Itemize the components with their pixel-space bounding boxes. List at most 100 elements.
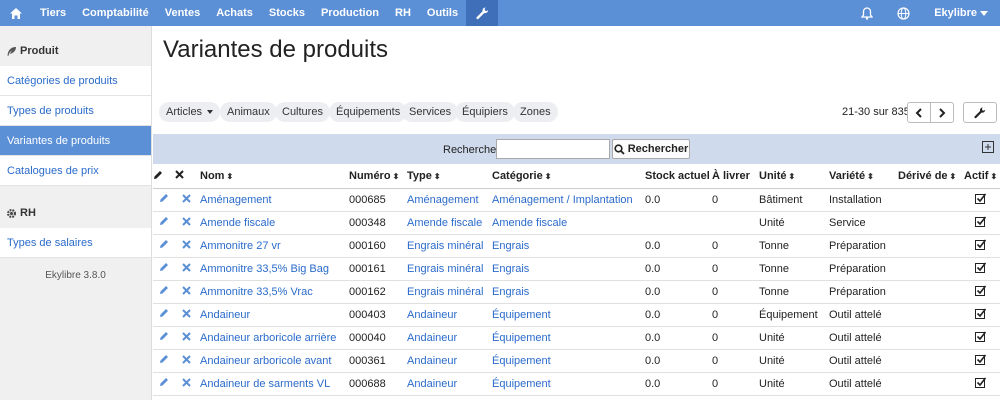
delete-button[interactable] — [175, 372, 197, 396]
cell-nom[interactable]: Ammonitre 33,5% Vrac — [197, 280, 346, 304]
cell-categorie[interactable]: Amende fiscale — [489, 211, 642, 235]
cell-type[interactable]: Aménagement — [404, 188, 489, 212]
filter-equipiers[interactable]: Équipiers — [455, 102, 515, 122]
cell-categorie[interactable]: Équipement — [489, 326, 642, 350]
close-icon — [181, 308, 191, 318]
column-actif[interactable]: Actif ⬍ — [961, 165, 1000, 189]
edit-button[interactable] — [153, 372, 175, 396]
user-menu[interactable]: Ekylibre — [922, 0, 1000, 26]
cell-nom[interactable]: Amende fiscale — [197, 211, 346, 235]
edit-button[interactable] — [153, 234, 175, 258]
cell-categorie[interactable]: Équipement — [489, 349, 642, 373]
previous-page-button[interactable] — [907, 102, 931, 123]
nav-outils[interactable]: Outils — [419, 0, 466, 26]
table-row: Andaineur arboricole avant 000361 Andaineu… — [153, 349, 1000, 373]
nav-ventes[interactable]: Ventes — [157, 0, 208, 26]
sidebar-item-salaires[interactable]: Types de salaires — [0, 228, 151, 258]
delete-button[interactable] — [175, 188, 197, 212]
delete-button[interactable] — [175, 211, 197, 235]
cell-categorie[interactable]: Équipement — [489, 303, 642, 327]
cell-type[interactable]: Andaineur — [404, 326, 489, 350]
cell-type[interactable]: Molluscicide — [404, 395, 489, 400]
close-icon — [181, 331, 191, 341]
edit-button[interactable] — [153, 280, 175, 304]
filter-articles[interactable]: Articles — [159, 102, 221, 122]
cell-numero: 000348 — [346, 211, 404, 235]
edit-button[interactable] — [153, 326, 175, 350]
cell-type[interactable]: Engrais minéral — [404, 234, 489, 258]
cell-type[interactable]: Andaineur — [404, 372, 489, 396]
nav-comptabilite[interactable]: Comptabilité — [74, 0, 157, 26]
cell-actif — [961, 303, 1000, 327]
cell-nom[interactable]: Andaineur arboricole arrière — [197, 326, 346, 350]
cell-categorie[interactable]: Produit phytosanitaire — [489, 395, 642, 400]
nav-tiers[interactable]: Tiers — [32, 0, 74, 26]
delete-button[interactable] — [175, 303, 197, 327]
nav-production[interactable]: Production — [313, 0, 387, 26]
cell-type[interactable]: Engrais minéral — [404, 257, 489, 281]
delete-button[interactable] — [175, 395, 197, 400]
column-unite[interactable]: Unité ⬍ — [756, 165, 826, 189]
cell-nom[interactable]: Andaineur arboricole avant — [197, 349, 346, 373]
cell-nom[interactable]: Anti-limace — [197, 395, 346, 400]
filter-animaux[interactable]: Animaux — [220, 102, 277, 122]
cell-actif — [961, 395, 1000, 400]
delete-button[interactable] — [175, 326, 197, 350]
cell-categorie[interactable]: Engrais — [489, 234, 642, 258]
cell-type[interactable]: Amende fiscale — [404, 211, 489, 235]
configure-button[interactable] — [963, 102, 997, 123]
filter-equipements[interactable]: Équipements — [329, 102, 408, 122]
sidebar-item-types[interactable]: Types de produits — [0, 96, 151, 126]
edit-button[interactable] — [153, 188, 175, 212]
cell-categorie[interactable]: Engrais — [489, 257, 642, 281]
cell-variete: Outil attelé — [826, 372, 895, 396]
sidebar-item-categories[interactable]: Catégories de produits — [0, 66, 151, 96]
next-page-button[interactable] — [930, 102, 954, 123]
cell-variete: Service — [826, 211, 895, 235]
cell-nom[interactable]: Ammonitre 27 vr — [197, 234, 346, 258]
delete-button[interactable] — [175, 280, 197, 304]
nav-rh[interactable]: RH — [387, 0, 419, 26]
language-button[interactable] — [885, 0, 922, 26]
cell-type[interactable]: Engrais minéral — [404, 280, 489, 304]
cell-categorie[interactable]: Équipement — [489, 372, 642, 396]
sidebar-item-variantes[interactable]: Variantes de produits — [0, 126, 151, 156]
delete-button[interactable] — [175, 349, 197, 373]
edit-button[interactable] — [153, 211, 175, 235]
column-categorie[interactable]: Catégorie ⬍ — [489, 165, 642, 189]
filter-zones[interactable]: Zones — [513, 102, 558, 122]
cell-type[interactable]: Andaineur — [404, 349, 489, 373]
cell-nom[interactable]: Ammonitre 33,5% Big Bag — [197, 257, 346, 281]
column-variete[interactable]: Variété ⬍ — [826, 165, 895, 189]
plus-square-icon[interactable] — [982, 141, 994, 153]
cell-nom[interactable]: Andaineur — [197, 303, 346, 327]
cell-nom[interactable]: Aménagement — [197, 188, 346, 212]
column-type[interactable]: Type ⬍ — [404, 165, 489, 189]
cell-nom[interactable]: Andaineur de sarments VL — [197, 372, 346, 396]
search-button[interactable]: Rechercher — [612, 139, 690, 159]
cell-categorie[interactable]: Aménagement / Implantation — [489, 188, 642, 212]
filter-cultures[interactable]: Cultures — [275, 102, 330, 122]
delete-button[interactable] — [175, 234, 197, 258]
edit-button[interactable] — [153, 349, 175, 373]
sort-icon: ⬍ — [544, 172, 552, 182]
filter-services[interactable]: Services — [402, 102, 459, 122]
cell-categorie[interactable]: Engrais — [489, 280, 642, 304]
column-derive[interactable]: Dérivé de ⬍ — [895, 165, 961, 189]
notifications-button[interactable] — [849, 0, 885, 26]
variants-table: Nom ⬍ Numéro ⬍ Type ⬍ Catégorie ⬍ Stock actu… — [153, 165, 1000, 400]
nav-achats[interactable]: Achats — [208, 0, 261, 26]
edit-button[interactable] — [153, 395, 175, 400]
delete-button[interactable] — [175, 257, 197, 281]
search-input[interactable] — [496, 139, 610, 159]
column-numero[interactable]: Numéro ⬍ — [346, 165, 404, 189]
sidebar-item-catalogues[interactable]: Catalogues de prix — [0, 156, 151, 186]
home-button[interactable] — [0, 0, 32, 26]
edit-button[interactable] — [153, 257, 175, 281]
cell-unite: Unité — [756, 349, 826, 373]
nav-settings[interactable] — [466, 0, 499, 26]
cell-type[interactable]: Andaineur — [404, 303, 489, 327]
nav-stocks[interactable]: Stocks — [261, 0, 313, 26]
column-nom[interactable]: Nom ⬍ — [197, 165, 346, 189]
edit-button[interactable] — [153, 303, 175, 327]
